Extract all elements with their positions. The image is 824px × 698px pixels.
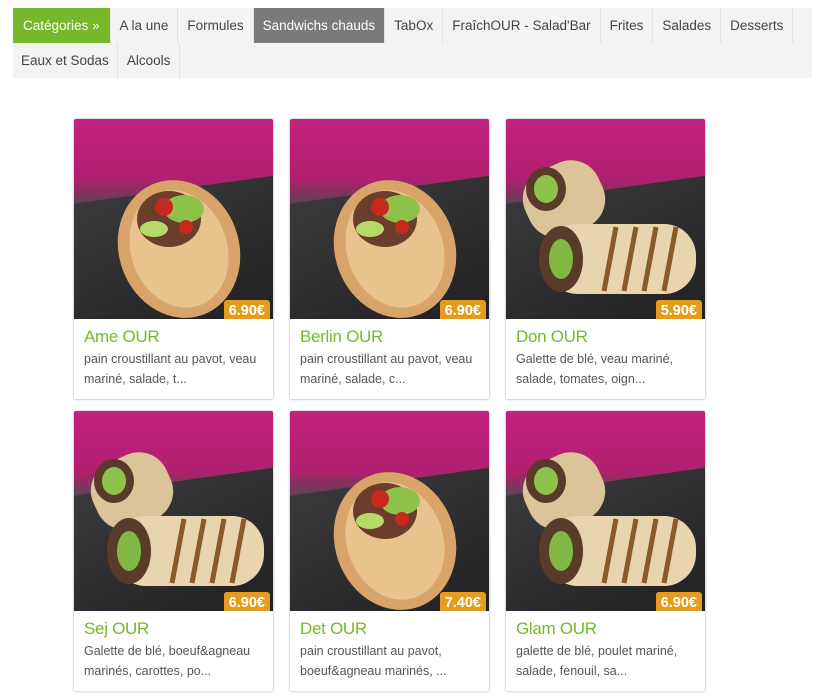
price-badge: 6.90€	[223, 592, 270, 611]
product-description: pain croustillant au pavot, veau mariné, …	[300, 349, 486, 389]
product-photo[interactable]: 5.90€	[506, 119, 705, 319]
tab-fraichour-saladbar[interactable]: FraîchOUR - Salad'Bar	[443, 8, 601, 43]
product-description: pain croustillant au pavot, veau mariné, …	[84, 349, 270, 389]
tab-desserts[interactable]: Desserts	[721, 8, 794, 43]
product-name[interactable]: Don OUR	[516, 327, 588, 347]
product-description: Galette de blé, boeuf&agneau marinés, car…	[84, 641, 270, 681]
description-line: boeuf&agneau marinés, ...	[300, 664, 447, 678]
product-photo[interactable]: 6.90€	[74, 119, 273, 319]
product-name[interactable]: Glam OUR	[516, 619, 597, 639]
price-badge: 6.90€	[223, 300, 270, 319]
product-name[interactable]: Sej OUR	[84, 619, 149, 639]
product-photo[interactable]: 6.90€	[74, 411, 273, 611]
description-line: mariné, salade, c...	[300, 372, 406, 386]
tab-frites[interactable]: Frites	[601, 8, 654, 43]
description-line: Galette de blé, boeuf&agneau	[84, 644, 251, 658]
product-photo[interactable]: 7.40€	[290, 411, 489, 611]
description-line: mariné, salade, t...	[84, 372, 187, 386]
tab-salades[interactable]: Salades	[653, 8, 722, 43]
product-description: Galette de blé, veau mariné, salade, toma…	[516, 349, 702, 389]
tab-formules[interactable]: Formules	[178, 8, 254, 43]
description-line: galette de blé, poulet mariné,	[516, 644, 678, 658]
description-line: salade, fenouil, sa...	[516, 664, 628, 678]
product-description: galette de blé, poulet mariné, salade, fe…	[516, 641, 702, 681]
description-line: pain croustillant au pavot, veau	[84, 352, 257, 366]
description-line: pain croustillant au pavot, veau	[300, 352, 473, 366]
description-line: Galette de blé, veau mariné,	[516, 352, 674, 366]
product-card[interactable]: 6.90€ Berlin OUR pain croustillant au pavo…	[289, 118, 490, 400]
product-name[interactable]: Ame OUR	[84, 327, 160, 347]
product-description: pain croustillant au pavot, boeuf&agneau …	[300, 641, 486, 681]
tab-a-la-une[interactable]: A la une	[111, 8, 179, 43]
product-photo[interactable]: 6.90€	[290, 119, 489, 319]
tab-eaux-et-sodas[interactable]: Eaux et Sodas	[13, 43, 118, 78]
price-badge: 6.90€	[439, 300, 486, 319]
tab-sandwichs-chauds[interactable]: Sandwichs chauds	[253, 8, 386, 43]
description-line: salade, tomates, oign...	[516, 372, 646, 386]
product-name[interactable]: Det OUR	[300, 619, 367, 639]
category-nav: Catégories» A la une Formules Sandwichs …	[13, 8, 812, 78]
tab-tabox[interactable]: TabOx	[385, 8, 444, 43]
product-card[interactable]: 6.90€ Ame OUR pain croustillant au pavot, …	[73, 118, 274, 400]
product-name[interactable]: Berlin OUR	[300, 327, 383, 347]
product-card[interactable]: 6.90€ Sej OUR Galette de blé, boeuf&agneau…	[73, 410, 274, 692]
description-line: pain croustillant au pavot,	[300, 644, 442, 658]
product-card[interactable]: 7.40€ Det OUR pain croustillant au pavot, b…	[289, 410, 490, 692]
price-badge: 6.90€	[655, 592, 702, 611]
double-chevron-right-icon: »	[92, 18, 100, 33]
category-row-1: Catégories» A la une Formules Sandwichs …	[13, 8, 794, 43]
product-photo[interactable]: 6.90€	[506, 411, 705, 611]
product-card[interactable]: 5.90€ Don OUR Galette de blé, veau mariné,…	[505, 118, 706, 400]
price-badge: 5.90€	[655, 300, 702, 319]
tab-alcools[interactable]: Alcools	[118, 43, 181, 78]
categories-toggle[interactable]: Catégories»	[13, 8, 111, 43]
price-badge: 7.40€	[439, 592, 486, 611]
description-line: marinés, carottes, po...	[84, 664, 212, 678]
categories-label: Catégories	[23, 18, 89, 33]
category-row-2: Eaux et Sodas Alcools	[13, 43, 181, 78]
product-card[interactable]: 6.90€ Glam OUR galette de blé, poulet mari…	[505, 410, 706, 692]
